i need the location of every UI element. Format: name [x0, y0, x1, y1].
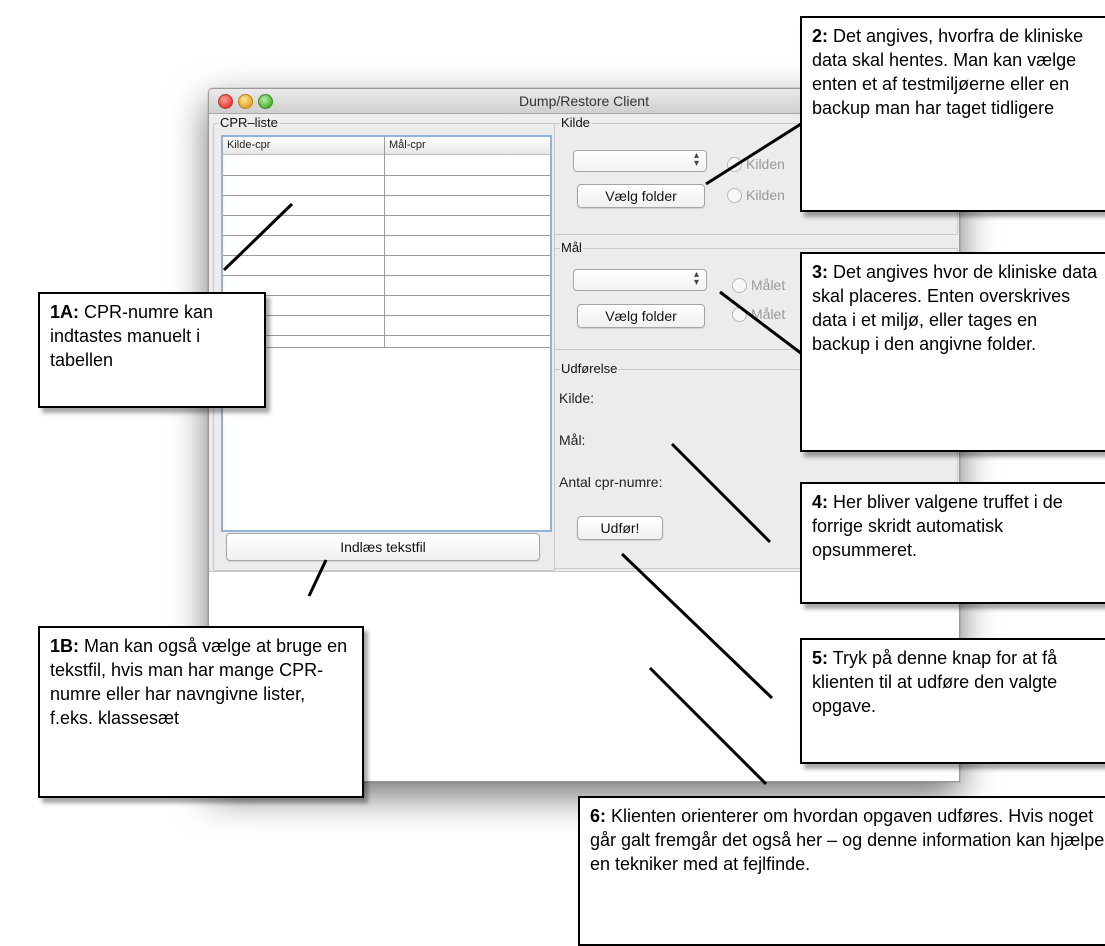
callout-6-number: 6: — [590, 806, 607, 826]
connector-line-2 — [705, 115, 813, 186]
connector-line-4 — [670, 442, 772, 544]
callout-2: 2: Det angives, hvorfra de kliniske data… — [800, 16, 1105, 212]
callout-4: 4: Her bliver valgene truffet i de forri… — [800, 482, 1105, 604]
callout-3-number: 3: — [812, 262, 829, 282]
callout-1a-number: 1A: — [50, 302, 80, 322]
callout-1a: 1A: CPR-numre kan indtastes manuelt i ta… — [38, 292, 266, 408]
callout-1b: 1B: Man kan også vælge at bruge en tekst… — [38, 626, 364, 798]
callout-6-text: Klienten orienterer om hvordan opgaven u… — [590, 806, 1105, 874]
callout-1b-text: Man kan også vælge at bruge en tekstfil,… — [50, 636, 348, 728]
callout-6: 6: Klienten orienterer om hvordan opgave… — [578, 796, 1105, 946]
callout-2-text: Det angives, hvorfra de kliniske data sk… — [812, 26, 1084, 118]
callout-4-number: 4: — [812, 492, 829, 512]
connector-line-1b — [307, 559, 328, 597]
callout-3: 3: Det angives hvor de kliniske data ska… — [800, 252, 1105, 452]
connector-line-3 — [719, 290, 811, 362]
connector-line-6 — [648, 666, 768, 786]
callout-2-number: 2: — [812, 26, 829, 46]
callout-5-text: Tryk på denne knap for at få klienten ti… — [812, 648, 1058, 716]
callout-3-text: Det angives hvor de kliniske data skal p… — [812, 262, 1098, 354]
callout-1b-number: 1B: — [50, 636, 80, 656]
connector-line-1a — [222, 202, 294, 272]
connector-line-5 — [620, 552, 774, 700]
callout-4-text: Her bliver valgene truffet i de forrige … — [812, 492, 1063, 560]
callout-5-number: 5: — [812, 648, 829, 668]
callout-5: 5: Tryk på denne knap for at få klienten… — [800, 638, 1105, 764]
